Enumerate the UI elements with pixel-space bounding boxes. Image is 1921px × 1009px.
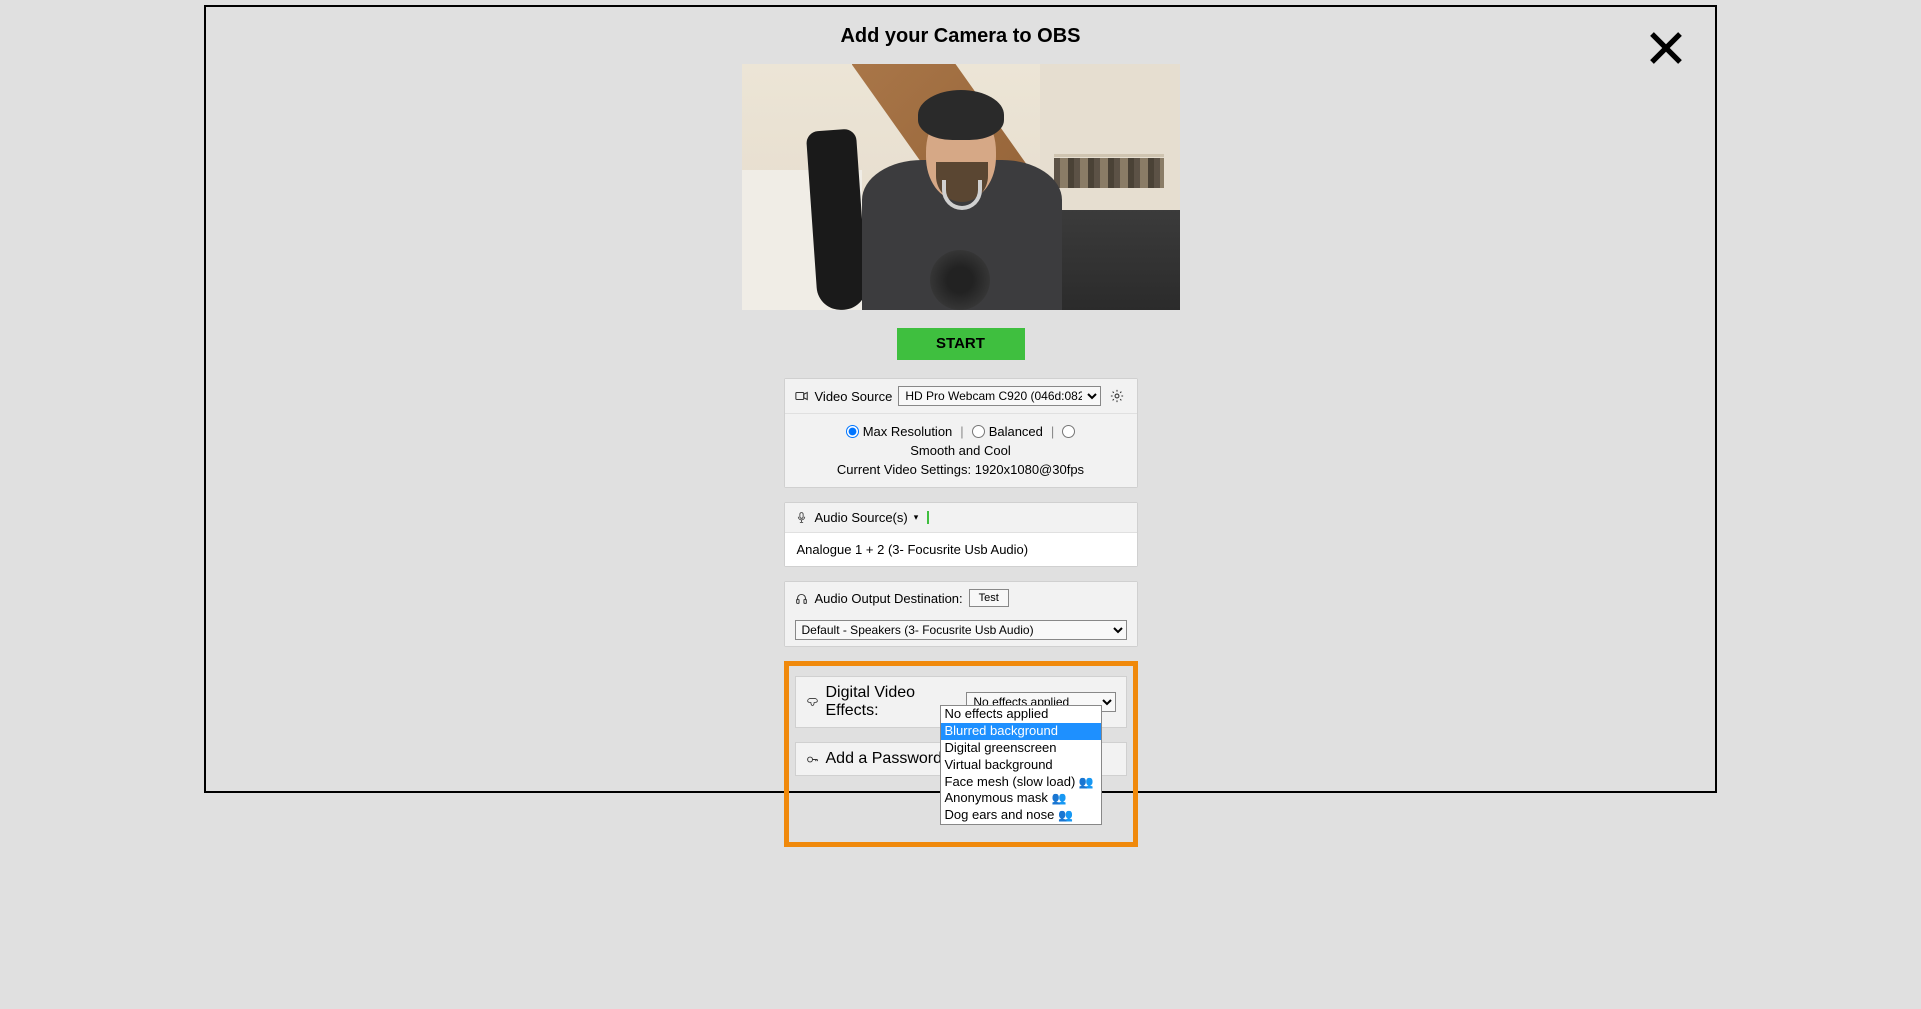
audio-output-label: Audio Output Destination:: [815, 591, 963, 606]
balanced-radio[interactable]: [972, 425, 985, 438]
key-icon: [806, 752, 820, 766]
audio-source-label: Audio Source(s): [815, 510, 908, 525]
effect-option-dogears[interactable]: Dog ears and nose 👥: [941, 807, 1101, 824]
dog-icon: 👥: [1058, 808, 1073, 824]
video-source-select[interactable]: HD Pro Webcam C920 (046d:082: [898, 386, 1100, 406]
effect-option-blurred[interactable]: Blurred background: [941, 723, 1101, 740]
video-source-panel: Video Source HD Pro Webcam C920 (046d:08…: [784, 378, 1138, 488]
headphones-icon: [795, 591, 809, 605]
audio-meter: [927, 511, 929, 524]
microphone-icon: [795, 511, 809, 525]
close-icon: [1645, 27, 1687, 69]
audio-output-select[interactable]: Default - Speakers (3- Focusrite Usb Aud…: [795, 620, 1127, 640]
audio-source-panel: Audio Source(s) ▾ Analogue 1 + 2 (3- Foc…: [784, 502, 1138, 567]
effect-option-none[interactable]: No effects applied: [941, 706, 1101, 723]
audio-source-value: Analogue 1 + 2 (3- Focusrite Usb Audio): [797, 542, 1029, 557]
balanced-label: Balanced: [989, 424, 1043, 439]
smooth-radio[interactable]: [1062, 425, 1075, 438]
effect-option-anonymous[interactable]: Anonymous mask 👥: [941, 790, 1101, 807]
effects-icon: [806, 695, 820, 709]
effect-option-virtual[interactable]: Virtual background: [941, 757, 1101, 774]
audio-output-panel: Audio Output Destination: Test Default -…: [784, 581, 1138, 647]
start-button[interactable]: START: [897, 328, 1025, 360]
test-audio-button[interactable]: Test: [969, 589, 1009, 607]
max-resolution-label: Max Resolution: [863, 424, 953, 439]
video-settings-button[interactable]: [1107, 386, 1127, 406]
camera-icon: [795, 389, 809, 403]
close-button[interactable]: [1645, 27, 1687, 69]
gear-icon: [1110, 389, 1124, 403]
current-settings-label: Current Video Settings:: [837, 462, 971, 477]
effects-highlight: Digital Video Effects: No effects applie…: [784, 661, 1138, 847]
effects-dropdown: No effects applied Blurred background Di…: [940, 705, 1102, 825]
smooth-label: Smooth and Cool: [910, 443, 1010, 458]
video-source-label: Video Source: [815, 389, 893, 404]
mask-icon: 👥: [1051, 791, 1066, 807]
effects-panel: Digital Video Effects: No effects applie…: [795, 676, 1127, 728]
effect-option-facemesh[interactable]: Face mesh (slow load) 👥: [941, 774, 1101, 791]
chevron-down-icon[interactable]: ▾: [914, 512, 919, 523]
camera-preview: [742, 64, 1180, 310]
effect-option-greenscreen[interactable]: Digital greenscreen: [941, 740, 1101, 757]
max-resolution-radio[interactable]: [846, 425, 859, 438]
page-title: Add your Camera to OBS: [206, 25, 1715, 48]
password-label: Add a Password:: [826, 750, 947, 768]
face-icon: 👥: [1079, 775, 1094, 791]
current-settings-value: 1920x1080@30fps: [975, 462, 1084, 477]
